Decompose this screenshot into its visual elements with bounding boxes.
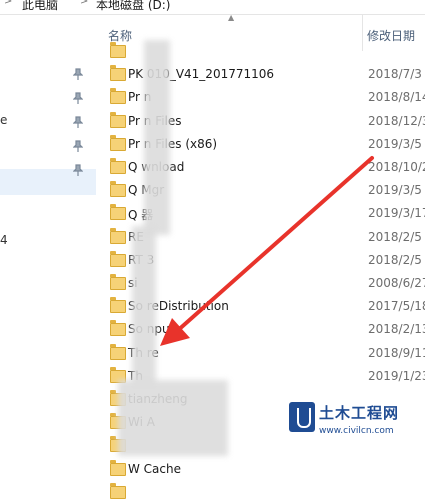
file-modified-date: 2018/7/3 <box>368 67 422 82</box>
file-modified-date: 2018/2/13 <box>368 322 425 337</box>
file-name[interactable]: Pr n Files (x86) <box>128 137 217 151</box>
file-modified-date: 2008/6/27 <box>368 276 425 290</box>
file-row[interactable] <box>104 482 425 504</box>
folder-icon <box>110 181 126 198</box>
breadcrumb-item-this-pc[interactable]: 此电脑 <box>22 0 58 13</box>
privacy-blur <box>118 380 228 456</box>
folder-icon <box>110 134 126 151</box>
file-modified-date: 2018/8/14 <box>368 90 425 105</box>
pin-icon[interactable] <box>73 140 83 152</box>
folder-icon <box>110 227 126 244</box>
folder-icon <box>110 88 126 105</box>
folder-icon <box>110 343 126 360</box>
navigation-pane[interactable]: e 4 <box>0 15 96 456</box>
folder-icon <box>110 320 126 337</box>
file-row[interactable]: W Cache <box>104 459 425 481</box>
breadcrumb-separator: > <box>4 0 13 7</box>
sort-arrow-icon: ▲ <box>228 13 235 22</box>
folder-icon <box>110 158 126 174</box>
file-modified-date: 2018/12/3 <box>368 113 425 128</box>
breadcrumb-item-drive-d[interactable]: 本地磁盘 (D:) <box>96 0 170 13</box>
privacy-blur <box>144 40 170 235</box>
folder-icon <box>110 482 126 499</box>
nav-item-label[interactable]: e <box>0 113 7 127</box>
file-modified-date: 2018/2/5 <box>368 229 422 244</box>
folder-icon <box>110 42 126 58</box>
pin-icon[interactable] <box>73 164 83 176</box>
breadcrumb-separator: > <box>80 0 89 7</box>
watermark-logo-icon <box>289 402 315 432</box>
folder-icon <box>110 274 126 290</box>
folder-icon <box>110 204 126 221</box>
file-modified-date: 2017/5/18 <box>368 299 425 314</box>
pin-icon[interactable] <box>73 116 83 128</box>
pin-icon[interactable] <box>73 92 83 104</box>
file-modified-date: 2018/9/11 <box>368 345 425 360</box>
watermark-title: 土木工程网 <box>319 404 400 422</box>
folder-icon <box>110 111 126 128</box>
file-modified-date: 2018/2/5 <box>368 252 422 267</box>
file-modified-date: 2019/3/5 <box>368 136 422 151</box>
folder-icon <box>110 459 126 476</box>
watermark-url: www.civilcn.com <box>319 426 394 436</box>
folder-icon <box>110 65 126 82</box>
watermark: 土木工程网 www.civilcn.com <box>283 388 425 456</box>
address-bar[interactable]: > 此电脑 > 本地磁盘 (D:) <box>0 0 425 15</box>
file-modified-date: 2019/3/17 <box>368 206 425 221</box>
file-modified-date: 2018/10/2 <box>368 160 425 174</box>
folder-icon <box>110 250 126 267</box>
folder-icon <box>110 297 126 314</box>
pin-icon[interactable] <box>73 68 83 80</box>
file-modified-date: 2019/3/5 <box>368 183 422 198</box>
file-modified-date: 2019/1/23 <box>368 368 425 383</box>
nav-item-label[interactable]: 4 <box>0 233 8 247</box>
file-name[interactable]: W Cache <box>128 462 181 476</box>
privacy-blur <box>132 226 156 386</box>
